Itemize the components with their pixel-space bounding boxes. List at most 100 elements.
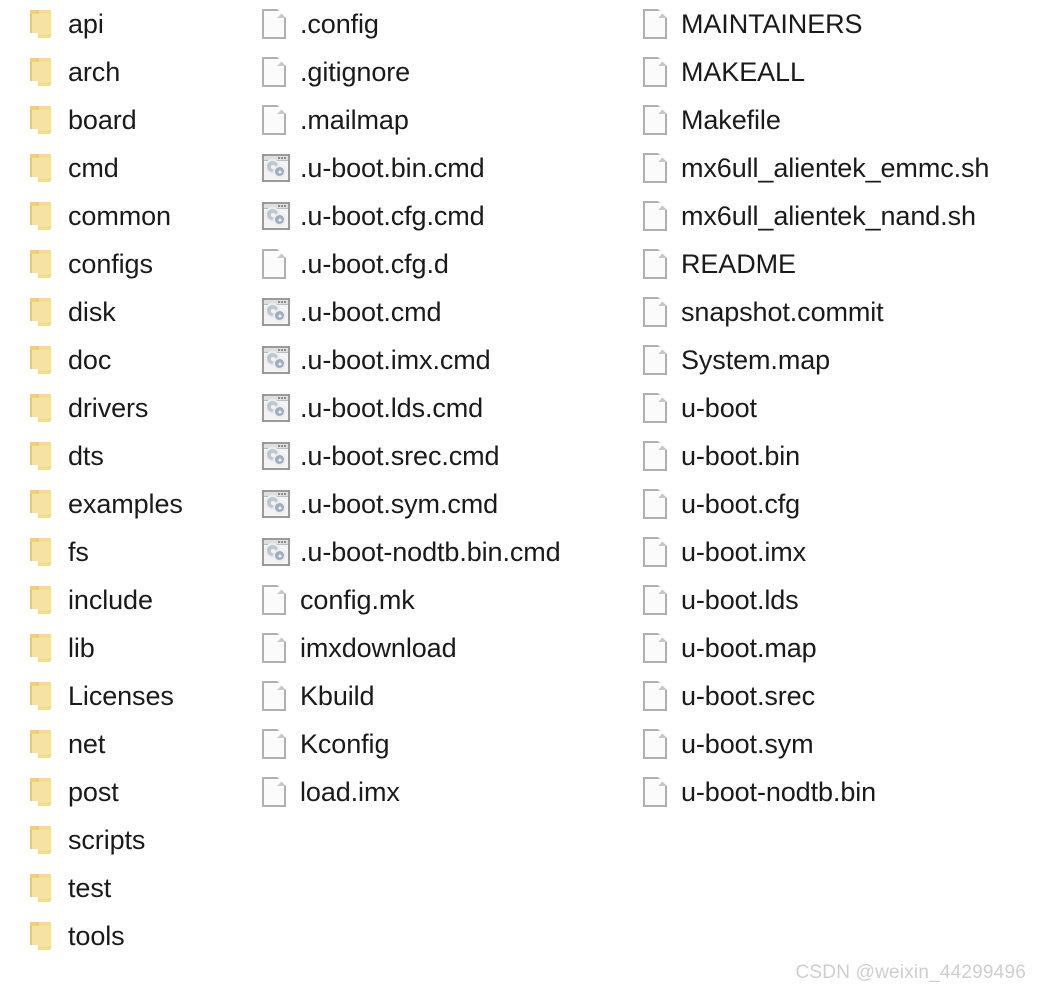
file-list-item[interactable]: snapshot.commit bbox=[643, 288, 1042, 336]
item-icon-wrapper bbox=[262, 55, 300, 89]
item-label: imxdownload bbox=[300, 633, 457, 663]
folder-icon bbox=[30, 346, 51, 374]
folder-list-item[interactable]: doc bbox=[30, 336, 255, 384]
file-list-item[interactable]: config.mk bbox=[262, 576, 642, 624]
folder-list-item[interactable]: lib bbox=[30, 624, 255, 672]
item-label: u-boot bbox=[681, 393, 757, 423]
file-list-item[interactable]: .u-boot.imx.cmd bbox=[262, 336, 642, 384]
folder-list-item[interactable]: examples bbox=[30, 480, 255, 528]
file-list-item[interactable]: Makefile bbox=[643, 96, 1042, 144]
folder-icon bbox=[30, 778, 51, 806]
folder-list-item[interactable]: scripts bbox=[30, 816, 255, 864]
file-list-item[interactable]: .u-boot.cmd bbox=[262, 288, 642, 336]
csdn-watermark: CSDN @weixin_44299496 bbox=[795, 962, 1026, 983]
file-list-item[interactable]: .u-boot.lds.cmd bbox=[262, 384, 642, 432]
item-icon-wrapper bbox=[262, 439, 300, 473]
file-icon bbox=[643, 441, 667, 471]
file-icon bbox=[643, 9, 667, 39]
folder-list-item[interactable]: cmd bbox=[30, 144, 255, 192]
cmd-script-icon bbox=[262, 154, 290, 182]
file-list-item[interactable]: u-boot.lds bbox=[643, 576, 1042, 624]
item-label: mx6ull_alientek_emmc.sh bbox=[681, 153, 990, 183]
file-list-item[interactable]: Kconfig bbox=[262, 720, 642, 768]
file-list-item[interactable]: mx6ull_alientek_emmc.sh bbox=[643, 144, 1042, 192]
item-label: u-boot.srec bbox=[681, 681, 815, 711]
item-label: u-boot.imx bbox=[681, 537, 807, 567]
file-list-item[interactable]: MAKEALL bbox=[643, 48, 1042, 96]
file-list-item[interactable]: imxdownload bbox=[262, 624, 642, 672]
file-list-item[interactable]: u-boot.imx bbox=[643, 528, 1042, 576]
folder-icon bbox=[30, 634, 51, 662]
item-label: fs bbox=[68, 537, 89, 567]
file-list-item[interactable]: MAINTAINERS bbox=[643, 0, 1042, 48]
file-icon bbox=[643, 393, 667, 423]
file-list-item[interactable]: System.map bbox=[643, 336, 1042, 384]
file-icon bbox=[643, 633, 667, 663]
item-label: arch bbox=[68, 57, 121, 87]
file-column-2: .config .gitignore .mailmap .u-boot.bin.cmd… bbox=[262, 0, 642, 816]
item-label: doc bbox=[68, 345, 112, 375]
folder-list-item[interactable]: drivers bbox=[30, 384, 255, 432]
file-list-item[interactable]: .u-boot.cfg.d bbox=[262, 240, 642, 288]
file-icon bbox=[262, 105, 286, 135]
item-icon-wrapper bbox=[643, 583, 681, 617]
file-list-item[interactable]: u-boot.bin bbox=[643, 432, 1042, 480]
file-list-item[interactable]: u-boot-nodtb.bin bbox=[643, 768, 1042, 816]
item-label: Kbuild bbox=[300, 681, 375, 711]
item-icon-wrapper bbox=[643, 439, 681, 473]
item-icon-wrapper bbox=[262, 199, 300, 233]
folder-list-item[interactable]: net bbox=[30, 720, 255, 768]
folder-list-item[interactable]: tools bbox=[30, 912, 255, 960]
folder-list-item[interactable]: configs bbox=[30, 240, 255, 288]
file-list-item[interactable]: u-boot.srec bbox=[643, 672, 1042, 720]
file-list-item[interactable]: u-boot.cfg bbox=[643, 480, 1042, 528]
file-list-item[interactable]: u-boot bbox=[643, 384, 1042, 432]
item-label: Licenses bbox=[68, 681, 174, 711]
item-icon-wrapper bbox=[262, 679, 300, 713]
folder-list-item[interactable]: board bbox=[30, 96, 255, 144]
file-list-item[interactable]: .u-boot.cfg.cmd bbox=[262, 192, 642, 240]
folder-list-item[interactable]: arch bbox=[30, 48, 255, 96]
file-list-item[interactable]: README bbox=[643, 240, 1042, 288]
file-list-item[interactable]: .u-boot.bin.cmd bbox=[262, 144, 642, 192]
folder-list-item[interactable]: post bbox=[30, 768, 255, 816]
folder-list-item[interactable]: common bbox=[30, 192, 255, 240]
item-label: drivers bbox=[68, 393, 149, 423]
folder-list-item[interactable]: disk bbox=[30, 288, 255, 336]
item-icon-wrapper bbox=[262, 295, 300, 329]
folder-list-item[interactable]: include bbox=[30, 576, 255, 624]
item-label: .u-boot.cfg.d bbox=[300, 249, 449, 279]
file-list-item[interactable]: .u-boot-nodtb.bin.cmd bbox=[262, 528, 642, 576]
file-list-item[interactable]: Kbuild bbox=[262, 672, 642, 720]
folder-list-item[interactable]: dts bbox=[30, 432, 255, 480]
folder-icon bbox=[30, 442, 51, 470]
item-icon-wrapper bbox=[262, 631, 300, 665]
file-list-item[interactable]: mx6ull_alientek_nand.sh bbox=[643, 192, 1042, 240]
file-icon bbox=[262, 633, 286, 663]
file-list-item[interactable]: .mailmap bbox=[262, 96, 642, 144]
folder-list-item[interactable]: test bbox=[30, 864, 255, 912]
item-icon-wrapper bbox=[643, 247, 681, 281]
item-icon-wrapper bbox=[262, 103, 300, 137]
folder-list-item[interactable]: api bbox=[30, 0, 255, 48]
item-icon-wrapper bbox=[30, 583, 68, 617]
file-list-item[interactable]: .config bbox=[262, 0, 642, 48]
file-icon bbox=[643, 345, 667, 375]
item-label: README bbox=[681, 249, 796, 279]
file-icon bbox=[643, 153, 667, 183]
file-list-item[interactable]: .u-boot.srec.cmd bbox=[262, 432, 642, 480]
item-label: .u-boot.bin.cmd bbox=[300, 153, 485, 183]
file-list-item[interactable]: u-boot.map bbox=[643, 624, 1042, 672]
file-list-item[interactable]: .gitignore bbox=[262, 48, 642, 96]
item-label: scripts bbox=[68, 825, 146, 855]
item-icon-wrapper bbox=[262, 391, 300, 425]
cmd-script-icon bbox=[262, 442, 290, 470]
folder-list-item[interactable]: Licenses bbox=[30, 672, 255, 720]
item-label: .u-boot.srec.cmd bbox=[300, 441, 500, 471]
item-label: api bbox=[68, 9, 104, 39]
cmd-script-icon bbox=[262, 490, 290, 518]
folder-list-item[interactable]: fs bbox=[30, 528, 255, 576]
file-list-item[interactable]: u-boot.sym bbox=[643, 720, 1042, 768]
file-list-item[interactable]: load.imx bbox=[262, 768, 642, 816]
file-list-item[interactable]: .u-boot.sym.cmd bbox=[262, 480, 642, 528]
